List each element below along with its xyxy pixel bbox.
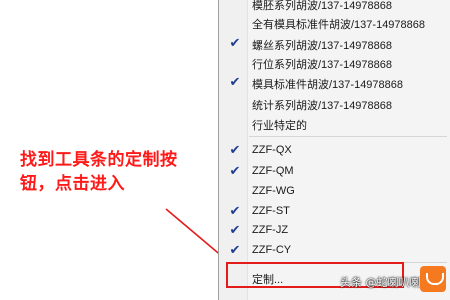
menu-item-label: 行业特定的: [252, 120, 307, 132]
menu-item-zzf-qx[interactable]: ✔ ZZF-QX: [219, 141, 450, 162]
checkmark-icon: ✔: [229, 36, 241, 51]
checkmark-icon: [228, 185, 242, 199]
checkmark-icon: ✔: [229, 143, 241, 158]
instruction-annotation: 找到工具条的定制按钮，点击进入: [20, 150, 178, 194]
toolbar-context-menu: 模胚系列胡波/137-14978868 全有模具标准件胡波/137-149788…: [218, 0, 450, 300]
menu-item-slider[interactable]: 行位系列胡波/137-14978868: [219, 53, 450, 74]
menu-item-industry[interactable]: 行业特定的: [219, 114, 450, 135]
checkmark-icon: [228, 16, 242, 30]
menu-item-zzf-wg[interactable]: ZZF-WG: [219, 182, 450, 203]
checkmark-icon: ✔: [229, 164, 241, 179]
menu-item-statistics[interactable]: 统计系列胡波/137-14978868: [219, 94, 450, 115]
menu-item-label: 全有模具标准件胡波/137-14978868: [252, 19, 426, 31]
menu-item-mold-standard[interactable]: ✔ 模具标准件胡波/137-14978868: [219, 73, 450, 94]
menu-item-zzf-cy[interactable]: ✔ ZZF-CY: [219, 241, 450, 262]
menu-item-label: ZZF-CY: [252, 244, 292, 256]
menu-item-label: 行位系列胡波/137-14978868: [252, 59, 393, 71]
menu-item-zzf-qm[interactable]: ✔ ZZF-QM: [219, 162, 450, 183]
checkmark-icon: ✔: [229, 75, 241, 90]
menu-item-label: ZZF-ST: [252, 205, 290, 217]
menu-item-label: ZZF-QX: [252, 144, 292, 156]
menu-item-label: ZZF-WG: [252, 185, 295, 197]
checkmark-icon: ✔: [229, 204, 241, 219]
menu-item-zzf-jz[interactable]: ✔ ZZF-JZ: [219, 221, 450, 242]
toutiao-logo-icon: [420, 266, 446, 292]
menu-item-label: ZZF-JZ: [252, 224, 289, 236]
menu-item-label: 统计系列胡波/137-14978868: [252, 100, 393, 112]
checkmark-icon: [228, 0, 242, 11]
menu-item-screw[interactable]: ✔ 螺丝系列胡波/137-14978868: [219, 34, 450, 55]
checkmark-icon: [228, 97, 242, 111]
checkmark-icon: ✔: [229, 243, 241, 258]
menu-separator: [249, 136, 447, 137]
menu-item-label: 模具标准件胡波/137-14978868: [252, 79, 404, 91]
menu-item-standard-all[interactable]: 全有模具标准件胡波/137-14978868: [219, 13, 450, 34]
watermark-text: 头条 @蛇喇叭喇叭: [340, 276, 432, 289]
menu-item-zzf-st[interactable]: ✔ ZZF-ST: [219, 202, 450, 223]
menu-item-label: 螺丝系列胡波/137-14978868: [252, 40, 393, 52]
menu-item-label: 模胚系列胡波/137-14978868: [252, 0, 393, 12]
checkmark-icon: ✔: [229, 223, 241, 238]
checkmark-icon: [228, 117, 242, 131]
checkmark-icon: [228, 56, 242, 70]
menu-item-label: ZZF-QM: [252, 165, 294, 177]
